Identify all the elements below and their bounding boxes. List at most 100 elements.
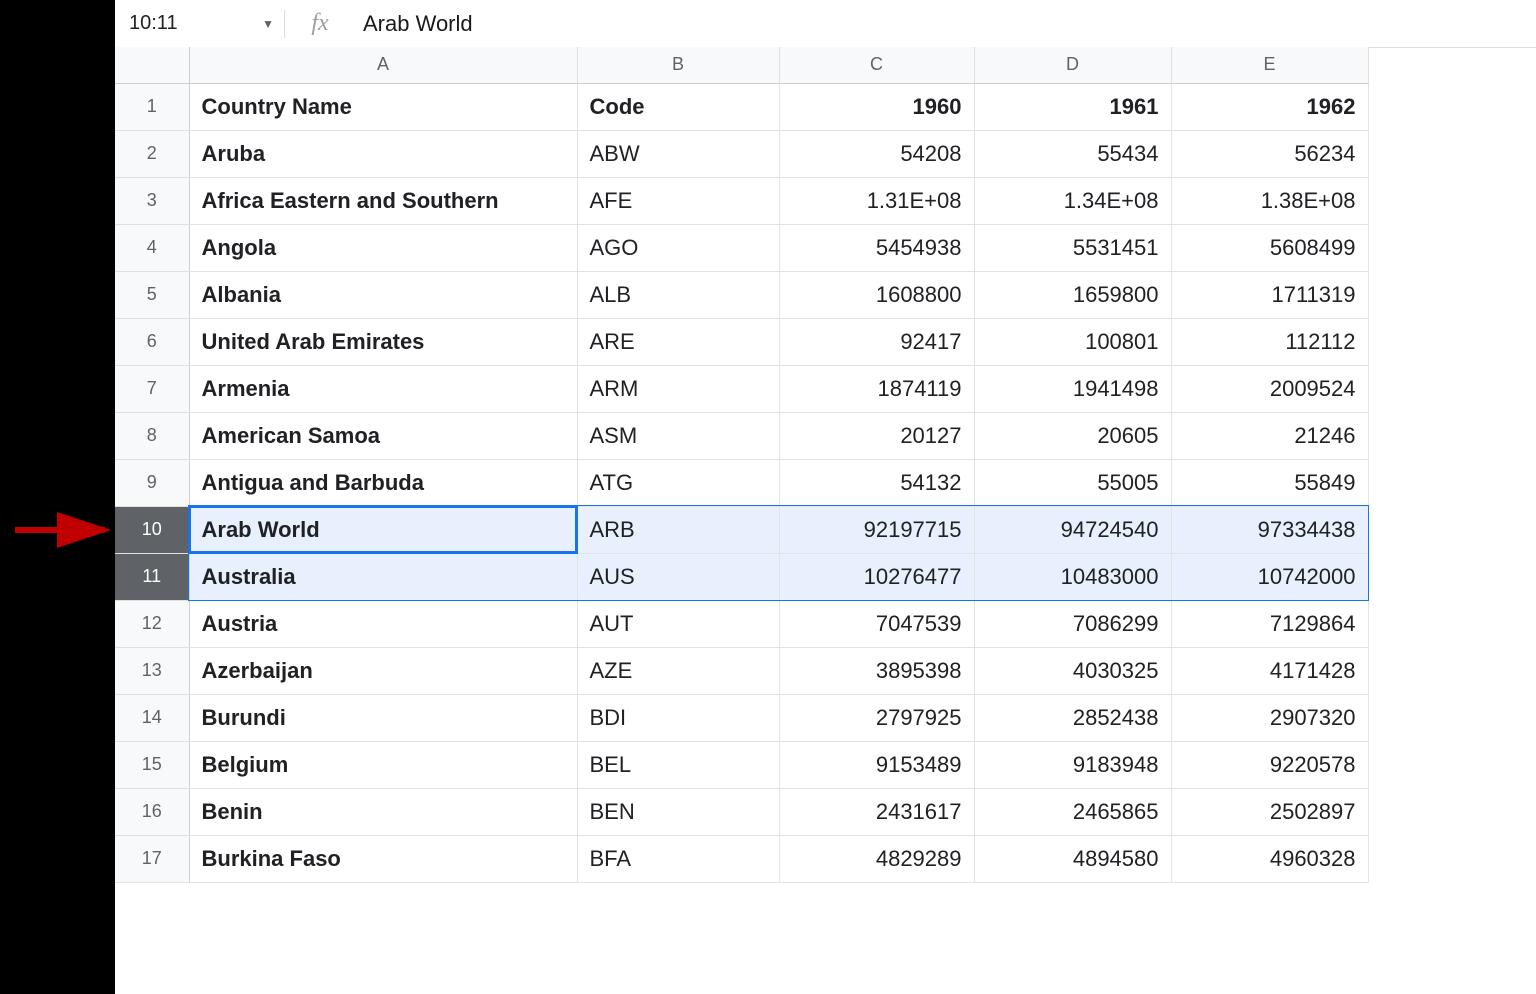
cell[interactable]: 54208 [779,130,974,177]
cell[interactable]: Armenia [189,365,577,412]
row-header-17[interactable]: 17 [115,835,189,882]
column-header-B[interactable]: B [577,47,779,83]
cell[interactable]: BFA [577,835,779,882]
row-header-2[interactable]: 2 [115,130,189,177]
cell[interactable]: 56234 [1171,130,1368,177]
cell[interactable]: 9153489 [779,741,974,788]
cell[interactable]: 55005 [974,459,1171,506]
cell[interactable]: 1.34E+08 [974,177,1171,224]
cell[interactable]: AUS [577,553,779,600]
table-row[interactable]: 5AlbaniaALB160880016598001711319 [115,271,1368,318]
cell[interactable]: 2465865 [974,788,1171,835]
table-row[interactable]: 2ArubaABW542085543456234 [115,130,1368,177]
table-row[interactable]: 8American SamoaASM201272060521246 [115,412,1368,459]
cell[interactable]: Austria [189,600,577,647]
column-header-D[interactable]: D [974,47,1171,83]
column-header-A[interactable]: A [189,47,577,83]
cell[interactable]: Albania [189,271,577,318]
cell[interactable]: Belgium [189,741,577,788]
cell[interactable]: Aruba [189,130,577,177]
cell[interactable]: Africa Eastern and Southern [189,177,577,224]
formula-bar-input[interactable]: Arab World [355,11,1536,37]
cell[interactable]: 1960 [779,83,974,130]
cell[interactable]: 7086299 [974,600,1171,647]
table-row[interactable]: 9Antigua and BarbudaATG541325500555849 [115,459,1368,506]
cell[interactable]: 97334438 [1171,506,1368,553]
cell[interactable]: Azerbaijan [189,647,577,694]
cell[interactable]: 5608499 [1171,224,1368,271]
table-row[interactable]: 12AustriaAUT704753970862997129864 [115,600,1368,647]
cell[interactable]: AUT [577,600,779,647]
table-row[interactable]: 3Africa Eastern and SouthernAFE1.31E+081… [115,177,1368,224]
cell[interactable]: 1711319 [1171,271,1368,318]
cell[interactable]: 92417 [779,318,974,365]
cell[interactable]: 5531451 [974,224,1171,271]
name-box[interactable]: 10:11 ▼ [115,0,284,47]
table-row[interactable]: 14BurundiBDI279792528524382907320 [115,694,1368,741]
cell[interactable]: 100801 [974,318,1171,365]
row-header-12[interactable]: 12 [115,600,189,647]
table-row[interactable]: 11AustraliaAUS102764771048300010742000 [115,553,1368,600]
cell[interactable]: 21246 [1171,412,1368,459]
cell[interactable]: Australia [189,553,577,600]
cell[interactable]: 2907320 [1171,694,1368,741]
cell[interactable]: 1961 [974,83,1171,130]
cell[interactable]: 10483000 [974,553,1171,600]
cell[interactable]: ATG [577,459,779,506]
row-header-7[interactable]: 7 [115,365,189,412]
cell[interactable]: ARM [577,365,779,412]
row-header-15[interactable]: 15 [115,741,189,788]
cell[interactable]: 1962 [1171,83,1368,130]
row-header-6[interactable]: 6 [115,318,189,365]
row-header-3[interactable]: 3 [115,177,189,224]
cell[interactable]: 2431617 [779,788,974,835]
cell[interactable]: AFE [577,177,779,224]
cell[interactable]: 10742000 [1171,553,1368,600]
row-header-16[interactable]: 16 [115,788,189,835]
cell[interactable]: 2852438 [974,694,1171,741]
cell[interactable]: 1.38E+08 [1171,177,1368,224]
cell[interactable]: 1659800 [974,271,1171,318]
cell[interactable]: ABW [577,130,779,177]
cell[interactable]: 2502897 [1171,788,1368,835]
cell[interactable]: 1941498 [974,365,1171,412]
cell[interactable]: Arab World [189,506,577,553]
cell[interactable]: Benin [189,788,577,835]
cell[interactable]: 7047539 [779,600,974,647]
cell[interactable]: Burkina Faso [189,835,577,882]
cell[interactable]: 4894580 [974,835,1171,882]
cell[interactable]: AGO [577,224,779,271]
cell[interactable]: 1.31E+08 [779,177,974,224]
cell[interactable]: Angola [189,224,577,271]
cell[interactable]: 1874119 [779,365,974,412]
cell[interactable]: 7129864 [1171,600,1368,647]
row-header-5[interactable]: 5 [115,271,189,318]
cell[interactable]: 112112 [1171,318,1368,365]
row-header-1[interactable]: 1 [115,83,189,130]
spreadsheet-grid[interactable]: ABCDE1Country NameCode1960196119622Aruba… [115,47,1369,883]
table-row[interactable]: 13AzerbaijanAZE389539840303254171428 [115,647,1368,694]
table-row[interactable]: 7ArmeniaARM187411919414982009524 [115,365,1368,412]
row-header-4[interactable]: 4 [115,224,189,271]
cell[interactable]: BDI [577,694,779,741]
table-row[interactable]: 4AngolaAGO545493855314515608499 [115,224,1368,271]
cell[interactable]: Country Name [189,83,577,130]
cell[interactable]: BEN [577,788,779,835]
cell[interactable]: 4829289 [779,835,974,882]
cell[interactable]: 9220578 [1171,741,1368,788]
cell[interactable]: 10276477 [779,553,974,600]
row-header-10[interactable]: 10 [115,506,189,553]
cell[interactable]: United Arab Emirates [189,318,577,365]
cell[interactable]: BEL [577,741,779,788]
table-row[interactable]: 1Country NameCode196019611962 [115,83,1368,130]
table-row[interactable]: 17Burkina FasoBFA482928948945804960328 [115,835,1368,882]
cell[interactable]: 9183948 [974,741,1171,788]
cell[interactable]: Code [577,83,779,130]
cell[interactable]: American Samoa [189,412,577,459]
cell[interactable]: 20605 [974,412,1171,459]
cell[interactable]: 3895398 [779,647,974,694]
cell[interactable]: 55434 [974,130,1171,177]
select-all-corner[interactable] [115,47,189,83]
grid-area[interactable]: ABCDE1Country NameCode1960196119622Aruba… [115,47,1536,994]
row-header-11[interactable]: 11 [115,553,189,600]
